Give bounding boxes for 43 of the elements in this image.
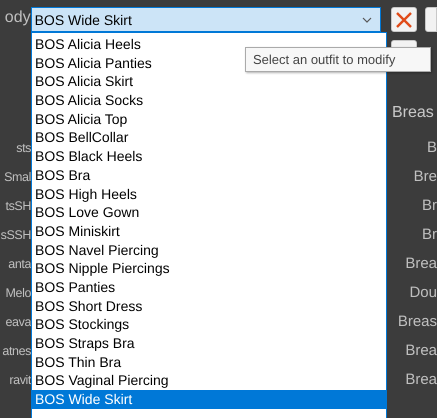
dropdown-item[interactable]: BOS Alicia Top [32,110,386,128]
slider-label: sSSH [0,227,31,244]
dropdown-item[interactable]: BOS Bra [32,166,386,184]
dropdown-item[interactable]: BOS Alicia Socks [32,91,386,110]
close-icon [395,10,414,28]
slider-label: Br [422,196,437,216]
field-label: ody [4,8,31,27]
caret-icon [362,16,372,22]
slider-label: Smal [3,169,31,186]
section-heading: Breas [392,104,434,123]
dropdown-item[interactable]: BOS Vaginal Piercing [32,371,386,390]
outfit-dropdown[interactable]: BOS Wide Skirt [30,7,382,32]
slider-label: Breas [398,312,437,332]
slider-label: Melo [4,285,31,302]
dropdown-item[interactable]: BOS BellCollar [32,128,386,148]
dropdown-item[interactable]: BOS High Heels [32,184,386,204]
close-button[interactable] [391,7,418,32]
dropdown-item[interactable]: BOS Straps Bra [32,334,386,353]
slider-label: tsSH [4,198,31,215]
slider-label: Bre [414,167,437,187]
dropdown-item[interactable]: BOS Black Heels [32,147,386,166]
tooltip: Select an outfit to modify [245,47,431,72]
slider-label: Brea [405,341,437,361]
slider-label: Br [422,225,437,245]
slider-label: ravit [8,372,31,389]
slider-label: Brea [405,370,437,390]
dropdown-item[interactable]: BOS Love Gown [32,203,386,222]
dropdown-item[interactable]: BOS Stockings [32,315,386,334]
dropdown-item[interactable]: BOS Miniskirt [32,222,386,241]
slider-label: B [426,138,437,158]
dropdown-item[interactable]: BOS Short Dress [32,296,386,316]
slider-label: Brea [405,254,437,274]
dropdown-item[interactable]: BOS Wide Skirt [32,390,386,409]
slider-label: anta [7,256,31,273]
dropdown-item[interactable]: BOS Thin Bra [32,352,386,372]
slider-label: eava [4,314,31,331]
dropdown-item[interactable]: BOS Nipple Piercings [32,259,386,278]
dropdown-item[interactable]: BOS Navel Piercing [32,240,386,260]
dropdown-item[interactable]: BOS Alicia Skirt [32,72,386,92]
slider-label: Dou [409,283,437,303]
slider-label: sts [15,140,31,157]
slider-label: atnes [1,343,31,360]
dropdown-item[interactable]: BOS Panties [32,278,386,297]
